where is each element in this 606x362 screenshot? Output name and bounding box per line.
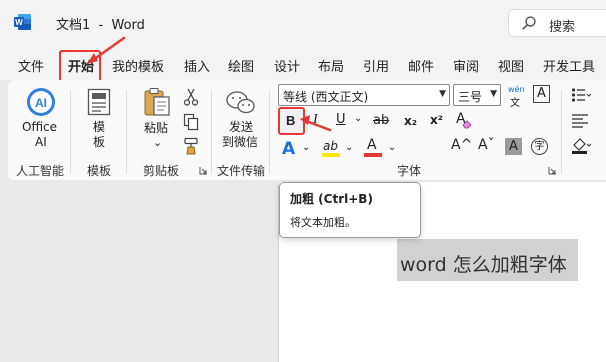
italic-button[interactable]: I bbox=[313, 112, 318, 128]
font-name-chevron-down-icon[interactable]: ▼ bbox=[439, 89, 446, 99]
tab-design[interactable]: 设计 bbox=[274, 56, 300, 75]
bold-tooltip: 加粗 (Ctrl+B) 将文本加粗。 bbox=[279, 182, 421, 238]
group-separator bbox=[70, 90, 71, 174]
send-to-wechat-label-2[interactable]: 到微信 bbox=[222, 135, 258, 150]
font-color-chevron-down-icon[interactable]: ⌄ bbox=[388, 142, 396, 153]
highlight-chevron-down-icon[interactable]: ⌄ bbox=[345, 142, 353, 153]
group-label-font: 字体 bbox=[397, 164, 422, 178]
group-label-clipboard: 剪贴板 bbox=[143, 164, 180, 178]
cut-icon[interactable] bbox=[183, 88, 199, 106]
send-to-wechat-label-1[interactable]: 发送 bbox=[229, 120, 253, 135]
tab-developer[interactable]: 开发工具 bbox=[543, 56, 595, 75]
tab-mailings[interactable]: 邮件 bbox=[408, 56, 434, 75]
group-separator bbox=[269, 90, 270, 174]
text-effects-chevron-down-icon[interactable]: ⌄ bbox=[302, 142, 310, 153]
tab-references[interactable]: 引用 bbox=[363, 56, 389, 75]
group-separator bbox=[126, 90, 127, 174]
group-separator bbox=[211, 90, 212, 174]
title-bar: W 文档1 - Word 搜索 bbox=[0, 0, 606, 46]
group-label-template: 模板 bbox=[87, 164, 112, 178]
underline-button[interactable]: U bbox=[336, 112, 346, 127]
tab-draw[interactable]: 绘图 bbox=[228, 56, 254, 75]
phonetic-guide-top[interactable]: wén bbox=[508, 85, 525, 94]
group-separator bbox=[561, 90, 562, 174]
highlight-color-button[interactable]: ab bbox=[323, 139, 338, 153]
format-painter-icon[interactable] bbox=[183, 137, 201, 155]
font-color-button[interactable]: A bbox=[367, 137, 377, 153]
home-tab-annotation-box bbox=[59, 50, 101, 83]
tab-my-templates[interactable]: 我的模板 bbox=[112, 56, 164, 75]
svg-text:W: W bbox=[15, 18, 23, 27]
align-left-icon[interactable] bbox=[571, 113, 591, 129]
subscript-button[interactable]: x₂ bbox=[404, 114, 417, 128]
office-ai-label-2[interactable]: AI bbox=[35, 135, 47, 150]
text-effects-button[interactable]: A bbox=[282, 139, 295, 159]
font-dialog-launcher-icon[interactable] bbox=[548, 166, 557, 175]
eraser-icon bbox=[462, 120, 472, 129]
template-icon[interactable] bbox=[87, 88, 111, 116]
enclose-characters-button[interactable]: 字 bbox=[531, 138, 548, 155]
office-ai-icon[interactable]: AI bbox=[26, 87, 56, 117]
font-size-value: 三号 bbox=[458, 90, 483, 104]
superscript-button[interactable]: x² bbox=[430, 113, 443, 127]
character-shading-button[interactable]: A bbox=[505, 138, 522, 155]
clipboard-dialog-launcher-icon[interactable] bbox=[199, 166, 208, 175]
search-icon bbox=[522, 16, 536, 30]
paste-icon[interactable] bbox=[143, 87, 171, 117]
shrink-font-button[interactable]: Aˇ bbox=[478, 137, 495, 153]
bullets-icon[interactable] bbox=[571, 87, 591, 103]
copy-icon[interactable] bbox=[183, 113, 199, 131]
wechat-transfer-icon[interactable] bbox=[226, 90, 256, 116]
template-label-1[interactable]: 模 bbox=[93, 120, 105, 135]
strikethrough-button[interactable]: ab bbox=[373, 113, 389, 128]
font-size-chevron-down-icon[interactable]: ▼ bbox=[490, 89, 497, 99]
tab-file[interactable]: 文件 bbox=[18, 56, 44, 75]
tooltip-title: 加粗 (Ctrl+B) bbox=[290, 192, 373, 206]
font-name-value: 等线 (西文正文) bbox=[283, 90, 369, 104]
paste-dropdown-chevron-icon[interactable]: ⌄ bbox=[153, 135, 162, 150]
highlight-color-swatch bbox=[322, 153, 340, 157]
shading-fill-icon[interactable] bbox=[571, 137, 591, 155]
bold-button[interactable]: B bbox=[286, 113, 295, 128]
grow-font-button[interactable]: A^ bbox=[451, 137, 472, 153]
font-name-combo[interactable]: 等线 (西文正文) ▼ bbox=[278, 84, 450, 106]
group-label-ai: 人工智能 bbox=[16, 164, 65, 178]
font-color-swatch bbox=[364, 153, 382, 157]
office-ai-label-1[interactable]: Office bbox=[22, 120, 57, 135]
word-app-icon: W bbox=[14, 14, 31, 30]
template-label-2[interactable]: 板 bbox=[93, 135, 105, 150]
document-selected-text[interactable]: word 怎么加粗字体 bbox=[400, 250, 567, 277]
tab-insert[interactable]: 插入 bbox=[184, 56, 210, 75]
search-box[interactable]: 搜索 bbox=[508, 9, 606, 37]
tooltip-description: 将文本加粗。 bbox=[290, 216, 356, 229]
font-size-combo[interactable]: 三号 ▼ bbox=[453, 84, 501, 106]
group-label-transfer: 文件传输 bbox=[217, 164, 266, 178]
paste-label[interactable]: 粘贴 bbox=[144, 121, 168, 136]
svg-text:AI: AI bbox=[35, 96, 47, 110]
window-title: 文档1 - Word bbox=[56, 18, 145, 33]
tab-review[interactable]: 审阅 bbox=[453, 56, 479, 75]
phonetic-guide-icon[interactable]: 文 bbox=[510, 94, 520, 109]
tab-layout[interactable]: 布局 bbox=[318, 56, 344, 75]
underline-chevron-down-icon[interactable]: ⌄ bbox=[354, 113, 362, 124]
tab-view[interactable]: 视图 bbox=[498, 56, 524, 75]
character-border-icon[interactable]: A bbox=[533, 85, 550, 103]
search-label: 搜索 bbox=[549, 20, 576, 35]
